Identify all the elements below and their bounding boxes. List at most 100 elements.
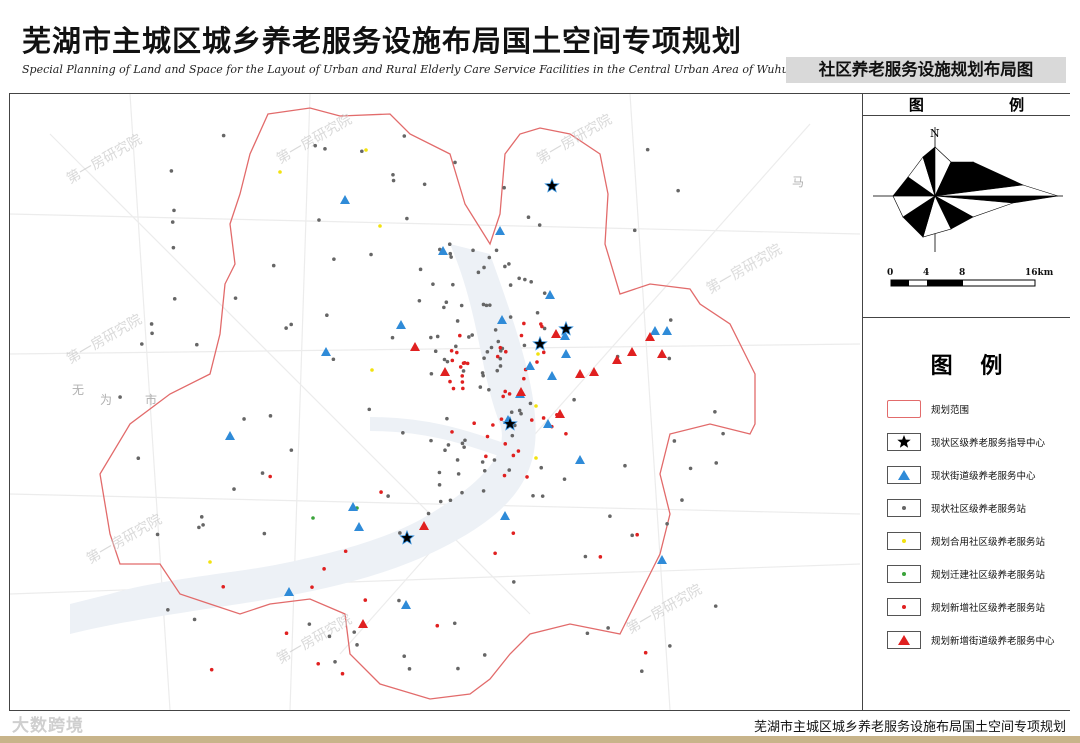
facility-dot[interactable] <box>386 494 390 498</box>
facility-dot[interactable] <box>458 333 462 338</box>
facility-dot[interactable] <box>140 342 144 346</box>
facility-dot[interactable] <box>390 335 395 340</box>
facility-dot[interactable] <box>442 357 447 362</box>
facility-dot[interactable] <box>233 296 238 300</box>
facility-dot[interactable] <box>352 630 357 634</box>
facility-triangle[interactable] <box>401 600 411 609</box>
facility-triangle[interactable] <box>396 320 406 329</box>
facility-dot[interactable] <box>444 300 449 305</box>
facility-dot[interactable] <box>242 417 246 421</box>
facility-dot[interactable] <box>172 208 176 213</box>
facility-dot[interactable] <box>517 276 521 281</box>
facility-dot[interactable] <box>343 549 348 554</box>
facility-dot[interactable] <box>458 365 463 369</box>
facility-dot[interactable] <box>668 318 673 322</box>
facility-dot[interactable] <box>478 385 483 389</box>
facility-dot[interactable] <box>460 374 465 378</box>
facility-dot[interactable] <box>489 345 494 350</box>
facility-dot[interactable] <box>171 245 176 250</box>
facility-dot[interactable] <box>450 430 454 434</box>
facility-dot[interactable] <box>485 434 490 439</box>
facility-dot[interactable] <box>529 418 534 422</box>
facility-dot[interactable] <box>136 456 141 461</box>
facility-dot[interactable] <box>451 386 456 391</box>
facility-triangle[interactable] <box>627 347 637 356</box>
facility-dot[interactable] <box>463 438 467 443</box>
facility-triangle[interactable] <box>545 290 555 299</box>
facility-dot[interactable] <box>369 252 373 257</box>
facility-dot[interactable] <box>209 667 214 672</box>
facility-dot[interactable] <box>495 368 500 373</box>
facility-dot[interactable] <box>325 313 329 318</box>
facility-triangle[interactable] <box>662 326 672 335</box>
facility-dot[interactable] <box>379 490 383 494</box>
facility-dot[interactable] <box>465 361 470 366</box>
facility-dot[interactable] <box>510 433 515 438</box>
facility-dot[interactable] <box>529 280 533 284</box>
facility-dot[interactable] <box>564 432 568 436</box>
facility-dot[interactable] <box>482 469 487 473</box>
facility-dot[interactable] <box>401 431 405 435</box>
facility-dot[interactable] <box>562 477 567 481</box>
facility-dot[interactable] <box>526 215 531 220</box>
facility-dot[interactable] <box>525 475 529 479</box>
facility-triangle[interactable] <box>561 349 571 358</box>
facility-dot[interactable] <box>540 324 544 329</box>
facility-dot[interactable] <box>623 463 627 468</box>
facility-dot[interactable] <box>456 666 460 671</box>
facility-dot[interactable] <box>453 160 457 165</box>
facility-dot[interactable] <box>665 521 669 526</box>
facility-dot[interactable] <box>572 397 576 402</box>
facility-dot[interactable] <box>398 531 402 535</box>
facility-dot[interactable] <box>459 303 464 308</box>
facility-dot[interactable] <box>445 416 449 421</box>
facility-dot[interactable] <box>370 368 374 372</box>
facility-dot[interactable] <box>539 465 544 470</box>
facility-dot[interactable] <box>485 350 490 354</box>
facility-dot[interactable] <box>289 322 293 327</box>
facility-dot[interactable] <box>327 634 332 639</box>
facility-dot[interactable] <box>494 248 499 253</box>
facility-dot[interactable] <box>522 321 526 326</box>
facility-dot[interactable] <box>509 410 514 414</box>
facility-dot[interactable] <box>333 659 337 664</box>
facility-dot[interactable] <box>422 182 427 187</box>
facility-dot[interactable] <box>448 379 452 384</box>
facility-dot[interactable] <box>523 277 527 282</box>
facility-dot[interactable] <box>534 404 538 408</box>
facility-dot[interactable] <box>307 622 312 626</box>
facility-dot[interactable] <box>495 354 500 359</box>
facility-dot[interactable] <box>511 453 516 458</box>
facility-dot[interactable] <box>149 322 154 326</box>
facility-dot[interactable] <box>271 263 276 268</box>
facility-dot[interactable] <box>402 654 407 659</box>
facility-dot[interactable] <box>391 172 395 177</box>
facility-dot[interactable] <box>583 554 588 559</box>
facility-dot[interactable] <box>714 461 719 465</box>
facility-dot[interactable] <box>470 333 475 337</box>
facility-dot[interactable] <box>482 653 487 657</box>
facility-dot[interactable] <box>221 584 226 589</box>
facility-dot[interactable] <box>467 335 471 339</box>
facility-dot[interactable] <box>437 483 442 487</box>
facility-triangle[interactable] <box>612 355 622 364</box>
facility-dot[interactable] <box>540 494 545 498</box>
facility-dot[interactable] <box>451 282 455 287</box>
facility-dot[interactable] <box>713 409 717 414</box>
facility-triangle[interactable] <box>410 342 420 351</box>
facility-dot[interactable] <box>322 567 326 571</box>
facility-dot[interactable] <box>418 267 423 272</box>
facility-dot[interactable] <box>331 357 336 362</box>
facility-dot[interactable] <box>585 631 590 636</box>
facility-star[interactable] <box>558 320 574 336</box>
facility-triangle[interactable] <box>500 511 510 520</box>
facility-dot[interactable] <box>460 490 464 495</box>
facility-dot[interactable] <box>455 458 460 462</box>
facility-dot[interactable] <box>435 334 440 339</box>
facility-dot[interactable] <box>507 262 511 266</box>
facility-dot[interactable] <box>643 650 648 655</box>
facility-dot[interactable] <box>516 449 521 453</box>
facility-dot[interactable] <box>461 361 466 366</box>
facility-dot[interactable] <box>360 149 364 154</box>
facility-dot[interactable] <box>511 580 516 584</box>
